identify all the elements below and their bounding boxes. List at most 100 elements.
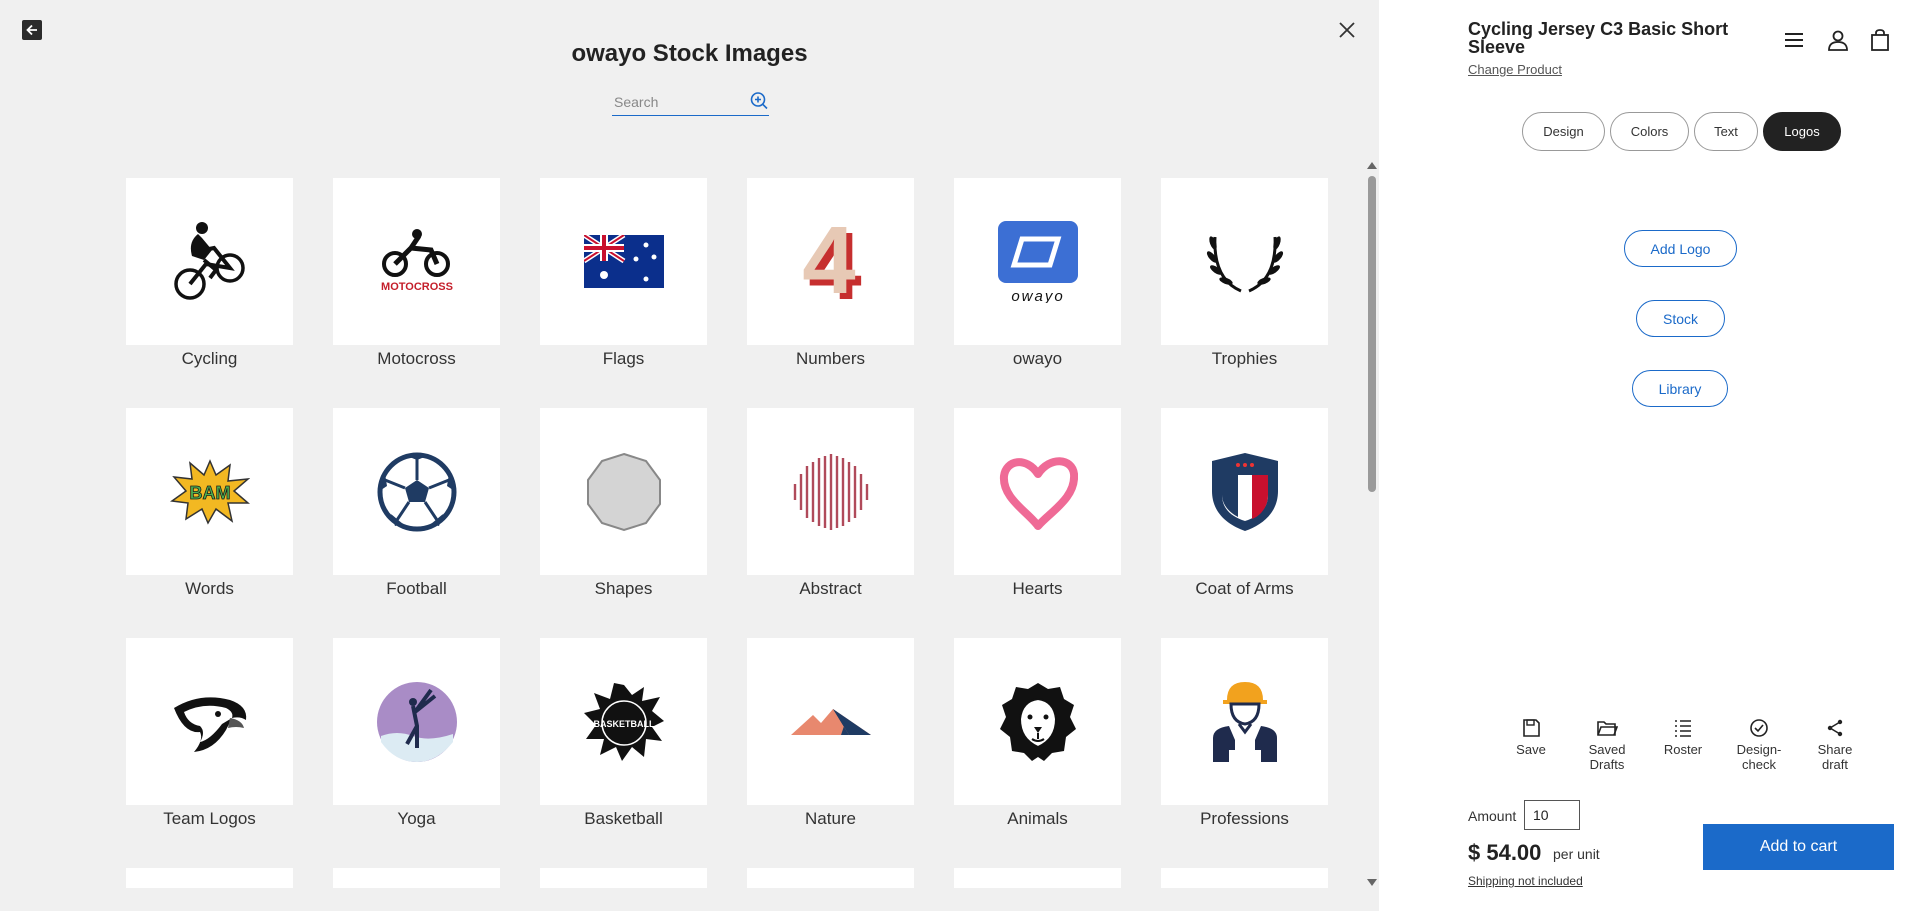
category-tile-numbers[interactable]: 4 4 Numbers xyxy=(747,178,914,369)
lion-head-icon xyxy=(954,638,1121,805)
category-label: Basketball xyxy=(584,809,663,828)
category-label: Cycling xyxy=(181,349,238,368)
tab-logos[interactable]: Logos xyxy=(1763,112,1841,151)
library-button[interactable]: Library xyxy=(1632,370,1728,407)
category-tile-owayo[interactable]: owayo owayo xyxy=(954,178,1121,369)
category-tile-trophies[interactable]: Trophies xyxy=(1161,178,1328,369)
category-label: Words xyxy=(185,579,234,598)
construction-worker-icon xyxy=(1161,638,1328,805)
category-tile-coat-of-arms[interactable]: Coat of Arms xyxy=(1161,408,1328,599)
category-label: owayo xyxy=(1012,349,1063,368)
motocross-icon: MOTOCROSS xyxy=(333,178,500,345)
category-tile-words[interactable]: BAM Words xyxy=(126,408,293,599)
add-to-cart-button[interactable]: Add to cart xyxy=(1703,824,1894,870)
category-label: Trophies xyxy=(1211,349,1278,368)
grid-scrollbar[interactable] xyxy=(1366,160,1378,888)
category-label: Coat of Arms xyxy=(1195,579,1294,598)
category-tile-shapes[interactable]: Shapes xyxy=(540,408,707,599)
abstract-lines-icon xyxy=(747,408,914,575)
list-icon xyxy=(1675,720,1691,737)
category-tile-hearts[interactable]: Hearts xyxy=(954,408,1121,599)
svg-text:BAM: BAM xyxy=(189,483,230,503)
category-label: Shapes xyxy=(594,579,653,598)
check-circle-icon xyxy=(1750,719,1768,737)
share-draft-button[interactable]: Share draft xyxy=(1800,718,1870,772)
category-tile-abstract[interactable]: Abstract xyxy=(747,408,914,599)
design-check-button[interactable]: Design-check xyxy=(1724,718,1794,772)
scrollbar-thumb[interactable] xyxy=(1368,176,1376,492)
category-tile-professions[interactable]: Professions xyxy=(1161,638,1328,829)
category-tile-partial[interactable] xyxy=(126,868,293,888)
category-tile-animals[interactable]: Animals xyxy=(954,638,1121,829)
category-label: Animals xyxy=(1007,809,1068,828)
category-tile-partial[interactable] xyxy=(333,868,500,888)
category-grid: Cycling MOTOCROSS Motocross Flags 4 4 Nu… xyxy=(126,178,1328,890)
user-account-icon[interactable] xyxy=(1826,28,1850,52)
category-tile-basketball[interactable]: BASKETBALL Basketball xyxy=(540,638,707,829)
category-label: Nature xyxy=(804,809,857,828)
tab-design[interactable]: Design xyxy=(1522,112,1605,151)
shipping-link[interactable]: Shipping not included xyxy=(1468,874,1583,888)
category-label: Professions xyxy=(1200,809,1289,828)
tab-text[interactable]: Text xyxy=(1694,112,1758,151)
yoga-pose-icon xyxy=(333,638,500,805)
category-tile-flags[interactable]: Flags xyxy=(540,178,707,369)
category-tile-team-logos[interactable]: Team Logos xyxy=(126,638,293,829)
category-label: Flags xyxy=(602,349,645,368)
change-product-link[interactable]: Change Product xyxy=(1468,62,1562,77)
category-tile-partial[interactable] xyxy=(747,868,914,888)
category-tile-yoga[interactable]: Yoga xyxy=(333,638,500,829)
design-toolbar: Save Saved Drafts Roster Design-check Sha… xyxy=(1496,718,1896,778)
add-logo-button[interactable]: Add Logo xyxy=(1624,230,1737,267)
category-label: Football xyxy=(386,579,447,598)
editor-tabs: Design Colors Text Logos xyxy=(1522,112,1841,151)
soccer-ball-icon xyxy=(333,408,500,575)
basketball-splash-icon: BASKETBALL xyxy=(540,638,707,805)
cyclist-icon xyxy=(126,178,293,345)
scroll-down-arrow-icon[interactable] xyxy=(1367,879,1377,886)
category-tile-partial[interactable] xyxy=(954,868,1121,888)
back-arrow-icon[interactable] xyxy=(22,20,42,40)
stock-images-modal: owayo Stock Images Search Cycling MOTOCR… xyxy=(0,0,1379,911)
eagle-head-icon xyxy=(126,638,293,805)
close-icon[interactable] xyxy=(1336,19,1358,41)
category-label: Numbers xyxy=(796,349,865,368)
category-tile-football[interactable]: Football xyxy=(333,408,500,599)
svg-text:4: 4 xyxy=(802,221,855,303)
australia-flag-icon xyxy=(540,178,707,345)
tab-colors[interactable]: Colors xyxy=(1610,112,1689,151)
mountain-icon xyxy=(747,638,914,805)
modal-title: owayo Stock Images xyxy=(571,40,808,67)
category-tile-motocross[interactable]: MOTOCROSS Motocross xyxy=(333,178,500,369)
save-icon xyxy=(1523,719,1540,737)
share-icon xyxy=(1827,719,1843,737)
laurel-wreath-icon xyxy=(1161,178,1328,345)
roster-button[interactable]: Roster xyxy=(1648,718,1718,757)
category-label: Abstract xyxy=(799,579,862,598)
decagon-icon xyxy=(540,408,707,575)
stock-button[interactable]: Stock xyxy=(1636,300,1725,337)
bam-burst-icon: BAM xyxy=(126,408,293,575)
category-tile-partial[interactable] xyxy=(1161,868,1328,888)
category-tile-nature[interactable]: Nature xyxy=(747,638,914,829)
zoom-in-search-icon[interactable] xyxy=(749,91,769,111)
category-tile-partial[interactable] xyxy=(540,868,707,888)
heart-icon xyxy=(954,408,1121,575)
category-label: Motocross xyxy=(377,349,456,368)
product-sidebar: Cycling Jersey C3 Basic Short Sleeve Cha… xyxy=(1440,0,1920,911)
shield-crest-icon xyxy=(1161,408,1328,575)
amount-input[interactable] xyxy=(1524,800,1580,830)
search-input[interactable] xyxy=(612,93,742,110)
hamburger-menu-icon[interactable] xyxy=(1782,28,1806,52)
shopping-bag-icon[interactable] xyxy=(1868,28,1892,52)
saved-drafts-button[interactable]: Saved Drafts xyxy=(1572,718,1642,772)
scroll-up-arrow-icon[interactable] xyxy=(1367,162,1377,169)
motocross-thumb-text: MOTOCROSS xyxy=(381,281,453,293)
amount-label: Amount xyxy=(1468,808,1517,824)
owayo-logo-icon: owayo xyxy=(954,178,1121,345)
folder-icon xyxy=(1597,721,1618,736)
save-button[interactable]: Save xyxy=(1496,718,1566,757)
category-label: Hearts xyxy=(1012,579,1063,598)
svg-text:owayo: owayo xyxy=(1011,288,1064,303)
category-tile-cycling[interactable]: Cycling xyxy=(126,178,293,369)
